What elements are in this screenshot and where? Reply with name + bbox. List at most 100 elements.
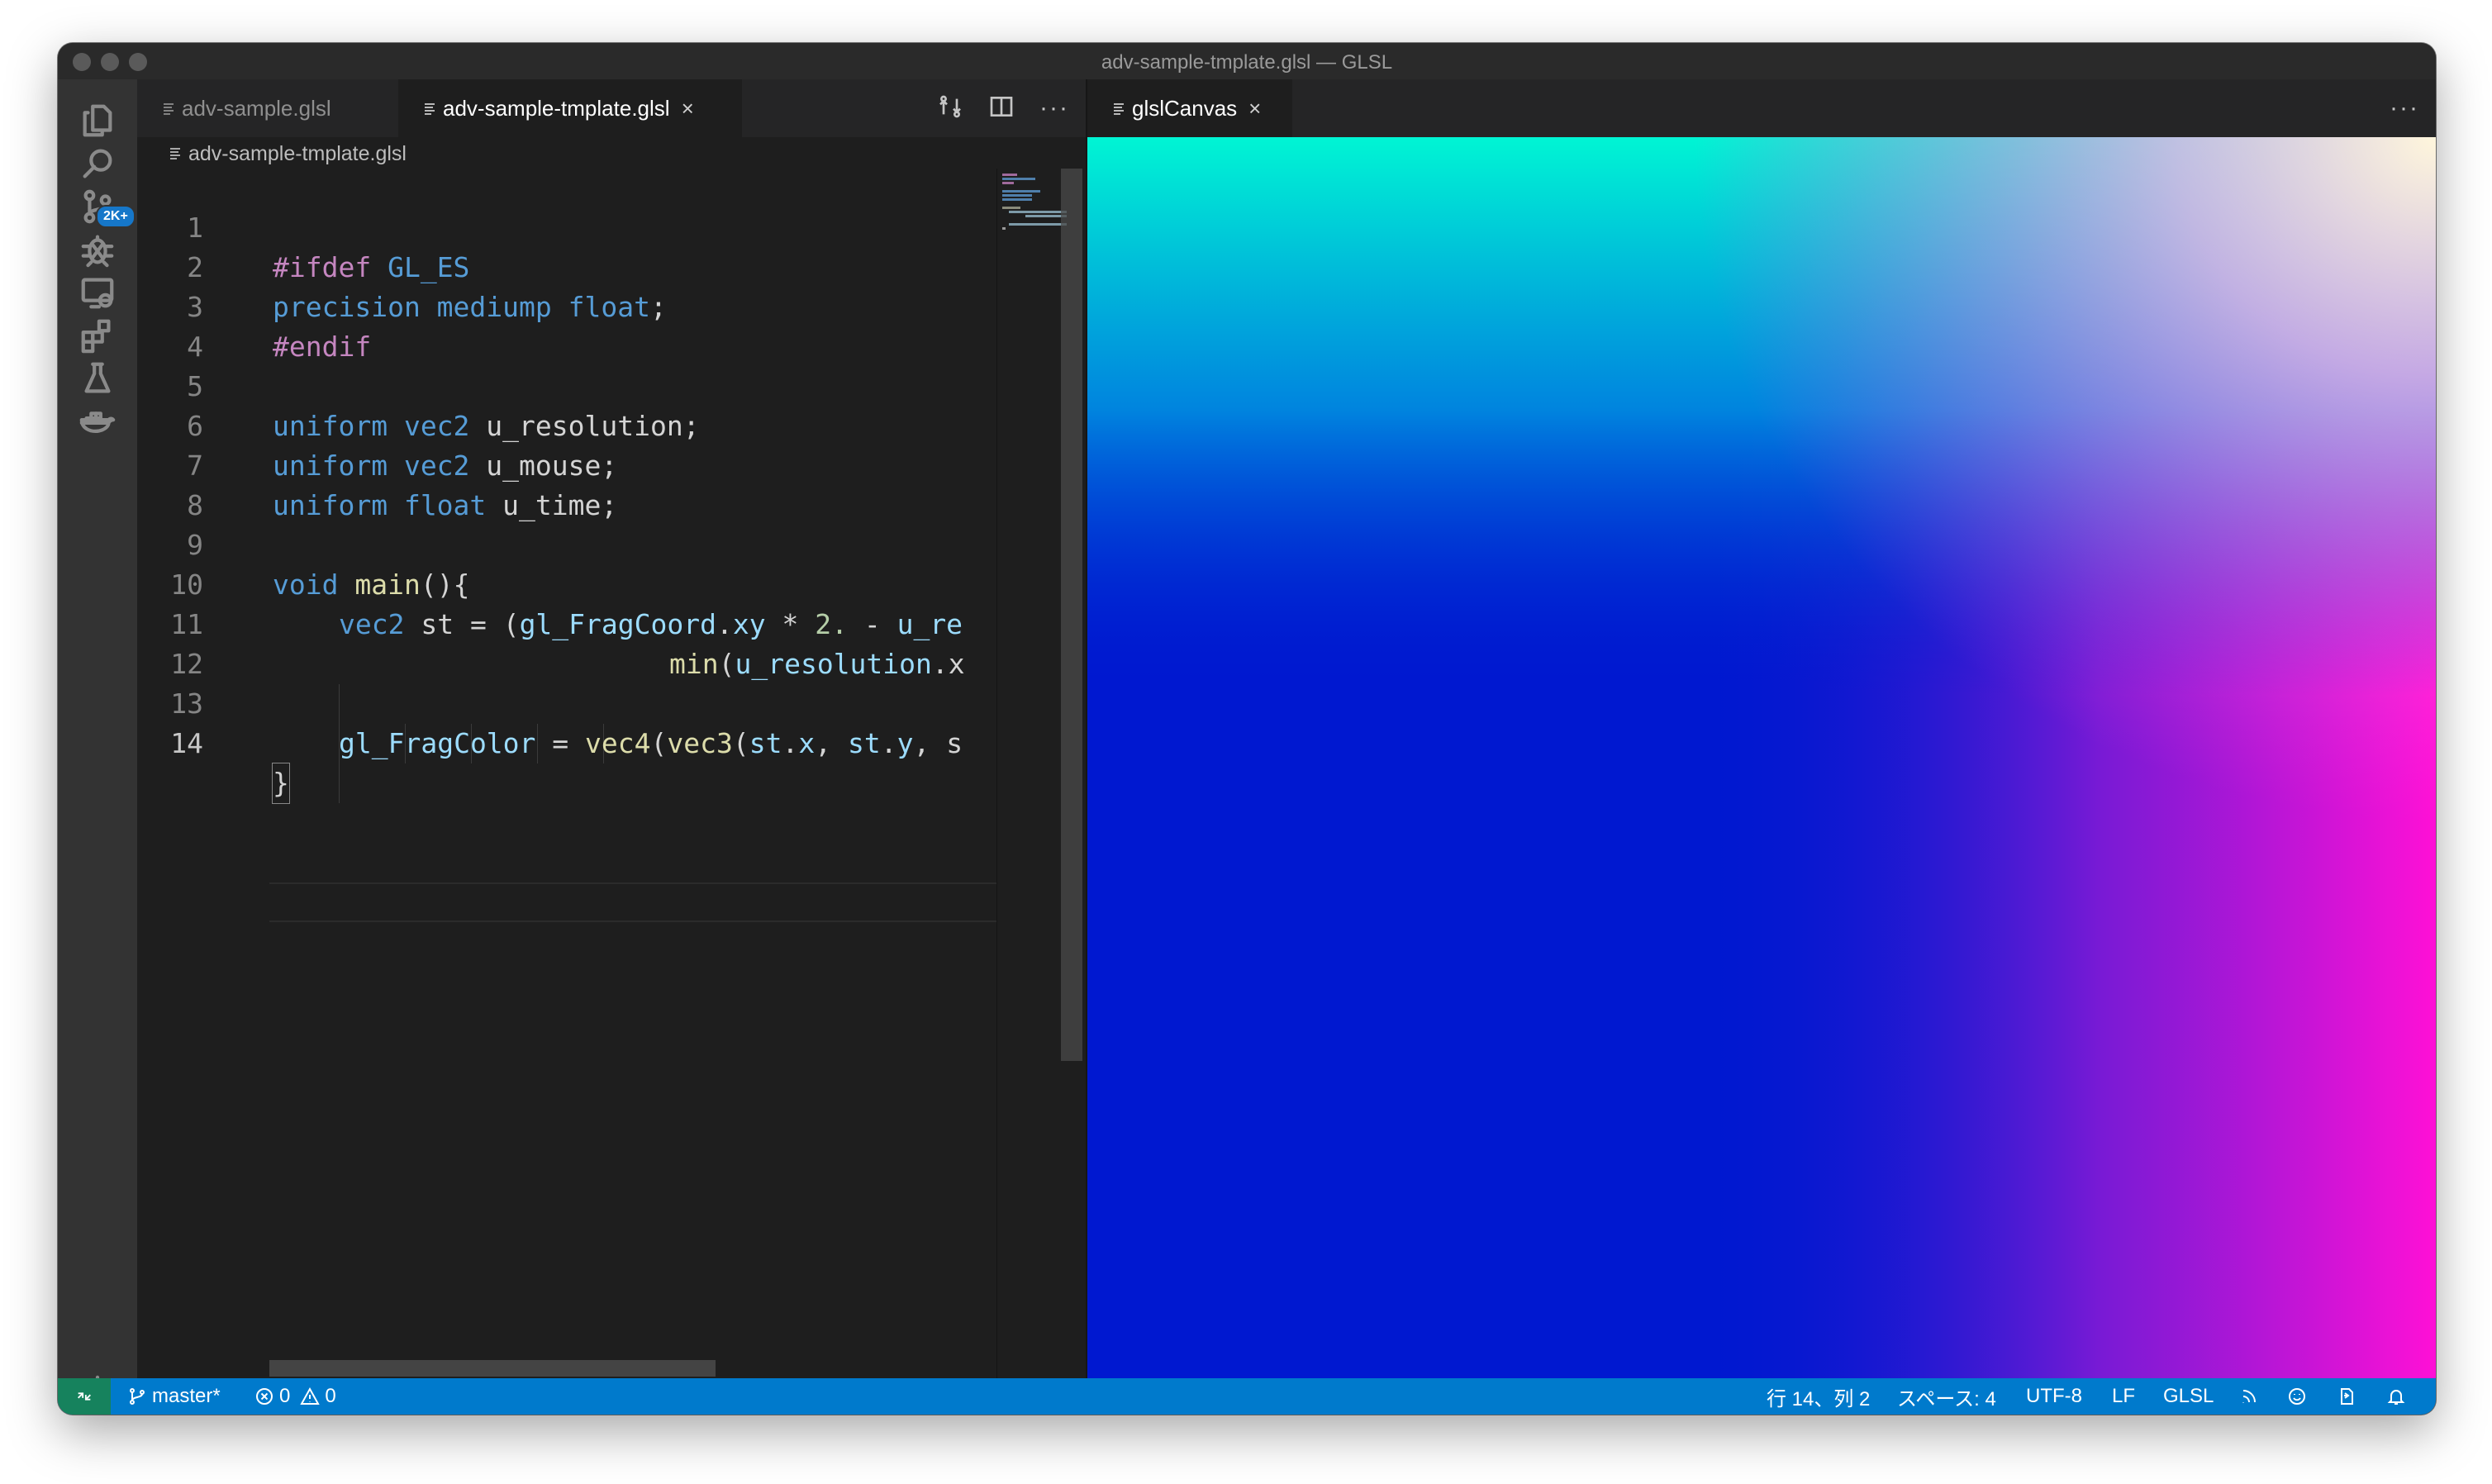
search-icon[interactable]: [74, 140, 121, 187]
title-bar: adv-sample-tmplate.glsl — GLSL: [58, 43, 2436, 80]
minimap-line: [1002, 198, 1032, 201]
code-line: 11 min(u_resolution.x: [137, 565, 996, 680]
code-line: 1 #ifdef GL_ES: [137, 169, 996, 283]
file-lines-icon: [423, 96, 436, 121]
open-changes-icon[interactable]: [937, 93, 963, 124]
code-token: .: [880, 727, 897, 759]
problems-indicator[interactable]: 0 0: [254, 1378, 336, 1415]
source-control-icon[interactable]: 2K+: [74, 183, 136, 230]
file-lines-icon: [162, 96, 175, 121]
code-token: st: [749, 727, 782, 759]
encoding[interactable]: UTF-8: [2026, 1378, 2082, 1415]
remote-indicator[interactable]: [58, 1378, 111, 1415]
code-token: (: [650, 727, 668, 759]
code-editor[interactable]: 1 #ifdef GL_ES 2 precision mediump float…: [137, 169, 996, 1415]
debug-icon[interactable]: [74, 226, 121, 273]
code-token: (: [732, 727, 749, 759]
indentation[interactable]: スペース: 4: [1897, 1378, 1996, 1415]
code-line: 8: [137, 446, 996, 521]
split-editor-icon[interactable]: [988, 93, 1015, 124]
tab-label: adv-sample.glsl: [182, 95, 331, 121]
language-mode[interactable]: GLSL: [2163, 1378, 2214, 1415]
code-token: , s: [913, 727, 963, 759]
tab-adv-sample-tmplate[interactable]: adv-sample-tmplate.glsl ×: [398, 79, 742, 137]
cursor-position[interactable]: 行 14、列 2: [1767, 1378, 1870, 1415]
extensions-icon[interactable]: [74, 312, 121, 359]
close-tab-icon[interactable]: ×: [1248, 96, 1261, 121]
tab-label: glslCanvas: [1132, 95, 1238, 121]
file-lines-icon: [169, 142, 182, 166]
remote-explorer-icon[interactable]: [74, 269, 121, 316]
scm-badge: 2K+: [96, 205, 136, 228]
glsl-canvas[interactable]: [1087, 137, 2436, 1378]
minimap-line: [1002, 194, 1032, 197]
preview-group: glslCanvas × ···: [1087, 79, 2436, 1378]
code-line: 12: [137, 605, 996, 680]
activity-bar: 2K+: [58, 79, 137, 1411]
minimap-line: [1002, 174, 1017, 176]
code-token: vec3: [667, 727, 733, 759]
horizontal-scrollbar[interactable]: [269, 1360, 716, 1377]
docker-icon[interactable]: [74, 398, 121, 445]
feedback-smiley-icon[interactable]: [2287, 1378, 2307, 1415]
explorer-icon[interactable]: [74, 98, 121, 144]
live-share-icon[interactable]: [2337, 1378, 2356, 1415]
code-token: vec4: [585, 727, 651, 759]
more-actions-icon[interactable]: ···: [2390, 94, 2419, 122]
tab-label: adv-sample-tmplate.glsl: [443, 95, 670, 121]
code-line: 3 #endif: [137, 248, 996, 363]
current-line-highlight: [269, 882, 996, 922]
warning-icon: [300, 1386, 321, 1405]
file-lines-icon: [1112, 96, 1125, 121]
close-tab-icon[interactable]: ×: [682, 96, 694, 121]
breadcrumb[interactable]: adv-sample-tmplate.glsl: [169, 142, 407, 166]
preview-actions: ···: [2390, 79, 2419, 137]
minimap-line: [1009, 223, 1067, 226]
code-token: y: [896, 727, 914, 759]
warning-count: 0: [325, 1385, 336, 1407]
code-token: =: [535, 727, 586, 759]
code-line: 2 precision mediump float;: [137, 208, 996, 323]
breadcrumb-file[interactable]: adv-sample-tmplate.glsl: [188, 142, 407, 166]
minimap-line: [1002, 190, 1040, 193]
code-line: 10 vec2 st = (gl_FragCoord.xy * 2. - u_r…: [137, 526, 996, 640]
code-line: 6 uniform vec2 u_mouse;: [137, 367, 996, 482]
minimap-line: [1002, 207, 1020, 209]
shader-gradient: [1087, 137, 2436, 1378]
tab-adv-sample[interactable]: adv-sample.glsl: [137, 79, 393, 137]
code-line: 13 gl_FragColor = vec4(vec3(st.x, st.y, …: [137, 644, 996, 759]
notifications-bell-icon[interactable]: [2386, 1378, 2406, 1415]
code-line: 7 uniform float u_time;: [137, 407, 996, 521]
broadcast-icon[interactable]: [2239, 1378, 2259, 1415]
remote-icon: [78, 1392, 91, 1401]
vscode-window: adv-sample-tmplate.glsl — GLSL 2K+ adv-s…: [58, 43, 2436, 1415]
git-branch-icon: [130, 1388, 145, 1405]
editor-group: adv-sample.glsl adv-sample-tmplate.glsl …: [137, 79, 1086, 1415]
code-token: gl_FragColor: [339, 727, 536, 759]
branch-name: master*: [152, 1385, 221, 1407]
code-token: ,: [815, 727, 848, 759]
minimap-line: [1002, 178, 1035, 180]
end-of-line[interactable]: LF: [2112, 1378, 2135, 1415]
code-token: x: [798, 727, 816, 759]
branch-indicator[interactable]: master*: [127, 1378, 221, 1415]
line-number: 14: [170, 727, 203, 759]
vertical-scrollbar[interactable]: [1061, 169, 1082, 1061]
code-token: }: [273, 767, 289, 799]
testing-icon[interactable]: [74, 355, 121, 402]
code-line: 14 }: [137, 684, 996, 804]
editor-tab-bar: adv-sample.glsl adv-sample-tmplate.glsl …: [137, 79, 1086, 137]
code-line: 4: [137, 288, 996, 363]
window-title: adv-sample-tmplate.glsl — GLSL: [1101, 51, 1393, 74]
code-line: 9 void main(){: [137, 486, 996, 601]
status-bar: master* 0 0 行 14、列 2 スペース: 4 UTF-8 LF GL…: [58, 1378, 2436, 1415]
minimap-line: [1002, 227, 1006, 230]
code-token: .: [782, 727, 799, 759]
minimap-line: [1002, 182, 1014, 184]
minimap-line: [1009, 211, 1067, 213]
code-line: 5 uniform vec2 u_resolution;: [137, 327, 996, 442]
tab-glslcanvas[interactable]: glslCanvas ×: [1087, 79, 1292, 137]
error-count: 0: [279, 1385, 291, 1407]
more-actions-icon[interactable]: ···: [1039, 94, 1069, 122]
editor-actions: ···: [937, 79, 1069, 137]
